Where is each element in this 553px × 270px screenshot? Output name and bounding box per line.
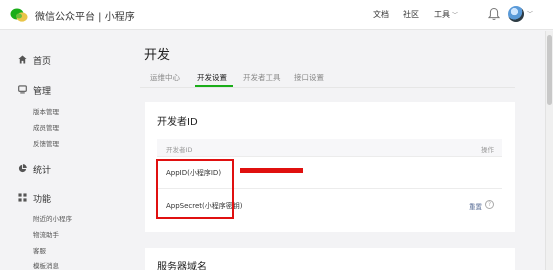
tab-divider bbox=[140, 87, 515, 88]
tab-dev-tools[interactable]: 开发者工具 bbox=[243, 72, 281, 83]
page-title: 开发 bbox=[144, 48, 171, 63]
redacted-appid-value bbox=[240, 168, 303, 173]
sidebar-item-logistics[interactable]: 物流助手 bbox=[33, 229, 59, 239]
sidebar-item-label: 首页 bbox=[33, 57, 52, 67]
sidebar-item-feedback[interactable]: 反馈管理 bbox=[33, 138, 59, 148]
tab-dev-settings[interactable]: 开发设置 bbox=[197, 72, 227, 83]
annotation-highlight-box bbox=[156, 159, 234, 219]
nav-tools[interactable]: 工具 ﹀ bbox=[434, 9, 458, 20]
help-icon[interactable]: ? bbox=[485, 200, 494, 209]
grid-icon bbox=[18, 193, 27, 202]
monitor-icon bbox=[18, 85, 27, 94]
sidebar-group-label: 管理 bbox=[33, 87, 52, 97]
section-title: 开发者ID bbox=[157, 117, 198, 128]
platform-title[interactable]: 微信公众平台 | 小程序 bbox=[35, 8, 135, 23]
sidebar-item-customer-service[interactable]: 客服 bbox=[33, 245, 46, 255]
sidebar-item-version[interactable]: 版本管理 bbox=[33, 106, 59, 116]
server-domain-card: 服务器域名 bbox=[145, 248, 515, 270]
developer-id-card: 开发者ID 开发者ID 操作 AppID(小程序ID) AppSecret(小程… bbox=[145, 102, 515, 232]
home-icon bbox=[18, 55, 27, 64]
top-bar: 微信公众平台 | 小程序 文档 社区 工具 ﹀ ﹀ bbox=[0, 0, 553, 30]
nav-docs[interactable]: 文档 bbox=[373, 9, 389, 20]
pie-chart-icon bbox=[18, 164, 27, 173]
column-header-action: 操作 bbox=[481, 146, 494, 154]
sidebar-group-label: 功能 bbox=[33, 195, 52, 205]
sidebar bbox=[0, 31, 120, 270]
bell-icon[interactable] bbox=[488, 7, 500, 21]
avatar[interactable] bbox=[508, 6, 524, 22]
reset-secret-link[interactable]: 重置 bbox=[469, 201, 482, 211]
scrollbar[interactable] bbox=[545, 31, 553, 270]
tab-ops-center[interactable]: 运维中心 bbox=[150, 72, 180, 83]
sidebar-item-members[interactable]: 成员管理 bbox=[33, 122, 59, 132]
sidebar-item-label: 统计 bbox=[33, 166, 52, 176]
chevron-down-icon[interactable]: ﹀ bbox=[527, 9, 533, 18]
tab-api-settings[interactable]: 接口设置 bbox=[294, 72, 324, 83]
chevron-down-icon: ﹀ bbox=[452, 12, 459, 19]
section-title: 服务器域名 bbox=[157, 262, 207, 270]
column-header-id: 开发者ID bbox=[166, 146, 193, 154]
sidebar-item-nearby[interactable]: 附近的小程序 bbox=[33, 213, 72, 223]
nav-tools-label: 工具 bbox=[434, 10, 450, 19]
table-header: 开发者ID 操作 bbox=[157, 139, 502, 157]
sidebar-item-template-message[interactable]: 模板消息 bbox=[33, 260, 59, 270]
wechat-logo-icon bbox=[10, 8, 28, 22]
nav-community[interactable]: 社区 bbox=[403, 9, 419, 20]
scrollbar-thumb[interactable] bbox=[547, 35, 552, 105]
